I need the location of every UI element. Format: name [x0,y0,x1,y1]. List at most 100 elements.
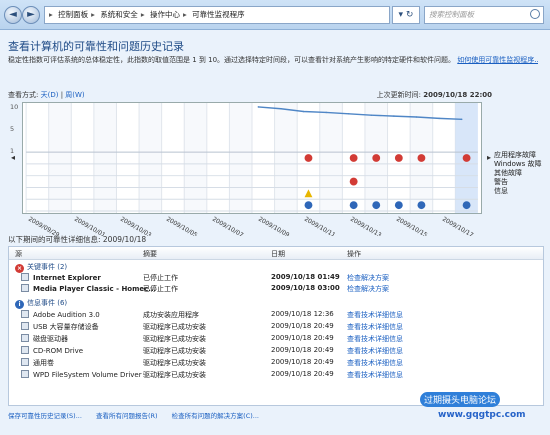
chart-column [319,103,343,213]
row-action-link[interactable]: 查看技术详细信息 [347,334,403,344]
chart-row-labels: 应用程序故障 Windows 故障 其他故障 警告 信息 [494,151,541,196]
address-bar[interactable]: ▸ 控制面板 ▸ 系统和安全 ▸ 操作中心 ▸ 可靠性监视程序 [44,6,390,24]
row-source: USB 大容量存储设备 [33,323,99,331]
back-button[interactable]: ◄ [4,6,22,24]
stability-point [370,114,373,116]
x-tick-label: 2009/10/01 [73,216,107,236]
view-by-day[interactable]: 天(D) [41,91,59,99]
x-tick-label: 2009/10/09 [257,216,291,236]
row-action-link[interactable]: 检查解决方案 [347,273,389,283]
table-row[interactable]: 通用卷 驱动程序已成功安装 2009/10/18 20:49 查看技术详细信息 [9,357,543,368]
view-by-week[interactable]: 周(W) [65,91,84,99]
row-date: 2009/10/18 03:00 [271,284,340,292]
row-date: 2009/10/18 20:49 [271,346,334,354]
y-tick-10: 10 [10,103,19,111]
info-event-icon [304,201,313,210]
how-to-use-link[interactable]: 如何使用可靠性监视程序... [457,56,538,64]
forward-button[interactable]: ► [22,6,40,24]
row-source: CD-ROM Drive [33,347,84,355]
table-row[interactable]: CD-ROM Drive 驱动程序已成功安装 2009/10/18 20:49 … [9,345,543,356]
x-tick-label: 2009/10/03 [119,216,153,236]
col-action[interactable]: 操作 [347,249,361,259]
table-row[interactable]: 磁盘驱动器 驱动程序已成功安装 2009/10/18 20:49 查看技术详细信… [9,333,543,344]
row-summary: 驱动程序已成功安装 [143,347,206,355]
row-action-link[interactable]: 查看技术详细信息 [347,346,403,356]
page-title: 查看计算机的可靠性和问题历史记录 [8,40,184,53]
details-label: 以下期间的可靠性详细信息: 2009/10/18 [8,235,147,244]
chart-column [206,103,230,213]
app-icon [21,310,29,318]
group-critical[interactable]: × 关键事件 (2) [9,261,543,273]
row-label-misc-failures: 其他故障 [494,169,522,177]
col-date[interactable]: 日期 [271,249,285,259]
x-tick-label: 2009/09/29 [27,216,61,236]
row-summary: 驱动程序已成功安装 [143,323,206,331]
table-header: 源 摘要 日期 操作 [9,247,543,260]
scroll-right-arrow[interactable]: ▸ [487,153,491,162]
row-action-link[interactable]: 查看技术详细信息 [347,310,403,320]
search-input[interactable]: 搜索控制面板 [424,6,544,24]
reliability-chart[interactable] [22,102,482,214]
row-date: 2009/10/18 20:49 [271,334,334,342]
info-event-icon [417,201,426,210]
page-description: 稳定性指数可评估系统的总体稳定性，此指数的取值范围是 1 到 10。通过选择特定… [8,55,538,65]
app-failure-icon [417,154,426,162]
stability-point [393,115,395,117]
table-row[interactable]: Adobe Audition 3.0 成功安装应用程序 2009/10/18 1… [9,309,543,320]
chart-column [161,103,185,213]
row-action-link[interactable]: 查看技术详细信息 [347,322,403,332]
row-label-app-failures: 应用程序故障 [494,151,536,159]
table-row[interactable]: WPD FileSystem Volume Driver 驱动程序已成功安装 2… [9,369,543,380]
group-information-title: 信息事件 (6) [27,299,68,307]
row-action-link[interactable]: 查看技术详细信息 [347,370,403,380]
chart-column [116,103,140,213]
row-label-warnings: 警告 [494,178,508,186]
row-date: 2009/10/18 20:49 [271,370,334,378]
row-action-link[interactable]: 检查解决方案 [347,284,389,294]
row-label-windows-failures: Windows 故障 [494,160,542,168]
row-label-information: 信息 [494,187,508,195]
save-history-link[interactable]: 保存可靠性历史记录(S)... [8,412,82,420]
col-source[interactable]: 源 [15,249,22,259]
search-icon[interactable] [530,9,540,19]
breadcrumb-system-security[interactable]: 系统和安全 [100,10,138,19]
ie-app-icon [21,273,29,281]
x-tick-label: 2009/10/15 [395,216,429,236]
row-summary: 成功安装应用程序 [143,311,199,319]
table-row[interactable]: Media Player Classic - Homec... 已停止工作 20… [9,283,543,294]
app-failure-icon [349,154,358,162]
app-failure-icon [462,154,471,162]
info-event-icon [372,201,381,210]
watermark-brand: 过期摄头电脑论坛 [420,392,501,407]
breadcrumb-action-center[interactable]: 操作中心 [150,10,180,19]
chart-column [48,103,72,213]
refresh-button[interactable]: ▾ ↻ [392,6,420,24]
table-row[interactable]: Internet Explorer 已停止工作 2009/10/18 01:49… [9,272,543,283]
stability-point [438,117,440,120]
check-all-solutions-link[interactable]: 检查所有问题的解决方案(C)... [172,412,259,420]
row-summary: 已停止工作 [143,274,178,282]
info-event-icon [349,201,358,210]
table-row[interactable]: USB 大容量存储设备 驱动程序已成功安装 2009/10/18 20:49 查… [9,321,543,332]
col-summary[interactable]: 摘要 [143,249,157,259]
last-updated-label: 上次更新时间: [376,91,421,99]
row-date: 2009/10/18 01:49 [271,273,340,281]
row-summary: 驱动程序已成功安装 [143,371,206,379]
details-table: 源 摘要 日期 操作 × 关键事件 (2) Internet Explorer 已… [8,246,544,406]
y-tick-5: 5 [10,125,15,133]
row-action-link[interactable]: 查看技术详细信息 [347,358,403,368]
breadcrumb-control-panel[interactable]: 控制面板 [58,10,88,19]
device-icon [21,358,29,366]
breadcrumb-reliability-monitor[interactable]: 可靠性监视程序 [192,10,245,19]
view-all-reports-link[interactable]: 查看所有问题报告(R) [96,412,158,420]
chart-column [139,103,162,213]
row-date: 2009/10/18 20:49 [271,322,334,330]
scroll-left-arrow[interactable]: ◂ [11,153,15,162]
row-source: Media Player Classic - Homec... [33,285,157,293]
group-information[interactable]: i 信息事件 (6) [9,297,543,309]
row-date: 2009/10/18 20:49 [271,358,334,366]
chart-column [26,103,49,213]
last-updated-value: 2009/10/18 22:00 [423,91,492,99]
stability-point [325,111,327,114]
stability-point [302,110,305,113]
